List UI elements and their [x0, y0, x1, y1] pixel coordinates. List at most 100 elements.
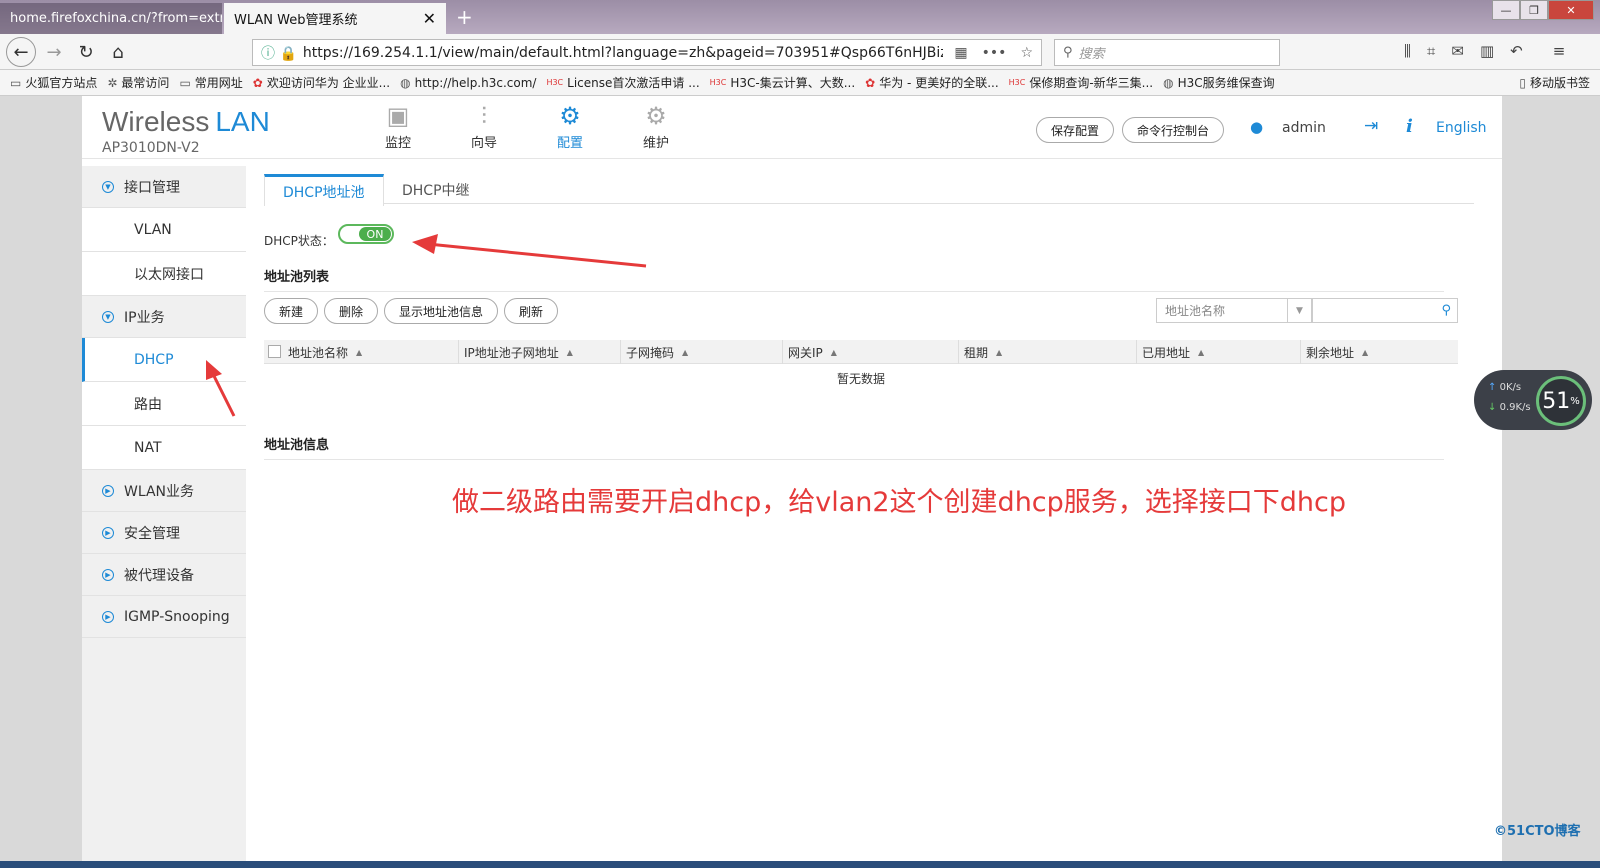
reload-icon[interactable]: ↻ [72, 38, 100, 66]
chevron-right-icon: ▶ [102, 484, 114, 497]
qr-code-icon[interactable]: ▦ [954, 45, 967, 61]
bookmark-item[interactable]: H3C 保修期查询-新华三集... [1009, 74, 1153, 91]
nav-label: 监控 [384, 136, 411, 151]
tab-dhcp-relay[interactable]: DHCP中继 [384, 174, 488, 205]
column-header[interactable]: 已用地址 ▲ [1136, 340, 1204, 364]
bookmark-label: 常用网址 [194, 76, 243, 90]
nav-maintenance[interactable]: ⚙ 维护 [626, 102, 686, 151]
lock-warning-icon[interactable]: ⓘ 🔒 [261, 43, 297, 63]
sidebar-icon[interactable]: ▥ [1480, 42, 1494, 60]
search-placeholder: 搜索 [1078, 47, 1105, 62]
screenshot-icon[interactable]: ⌗ [1427, 42, 1435, 60]
download-arrow-icon: ↓ [1488, 402, 1497, 413]
huawei-logo-icon: ✿ [865, 75, 876, 90]
bookmark-item[interactable]: ▭ 火狐官方站点 [10, 74, 97, 91]
new-tab-icon[interactable]: + [456, 5, 473, 29]
bookmark-item[interactable]: ▭ 常用网址 [179, 74, 242, 91]
search-icon[interactable]: ⚲ [1441, 303, 1451, 318]
bookmark-label: 华为 - 更美好的全联... [879, 76, 999, 90]
column-header[interactable]: 网关IP ▲ [782, 340, 837, 364]
chevron-right-icon: ▶ [102, 526, 114, 539]
sort-asc-icon: ▲ [356, 348, 363, 357]
language-switch[interactable]: English [1436, 120, 1487, 136]
sidebar-group-proxy[interactable]: ▶ 被代理设备 [82, 554, 246, 596]
window-close-icon[interactable]: ✕ [1548, 0, 1594, 20]
sidebar-label: 路由 [134, 396, 162, 413]
sidebar-group-igmp[interactable]: ▶ IGMP-Snooping [82, 596, 246, 638]
tab-dhcp-pool[interactable]: DHCP地址池 [264, 174, 384, 206]
column-header[interactable]: 地址池名称 ▲ [288, 344, 362, 361]
dhcp-status-label: DHCP状态： [264, 234, 334, 248]
watermark: ©51CTO博客 [1494, 824, 1581, 839]
bookmark-label: H3C服务维保查询 [1177, 76, 1275, 90]
os-taskbar [0, 861, 1600, 868]
new-pool-button[interactable]: 新建 [264, 298, 319, 324]
chat-icon[interactable]: ✉ [1451, 42, 1464, 60]
sort-asc-icon: ▲ [682, 348, 689, 357]
filter-field-select[interactable]: 地址池名称 ▼ [1156, 298, 1312, 323]
dhcp-status-toggle[interactable]: ON [338, 224, 394, 244]
column-header[interactable]: 剩余地址 ▲ [1300, 340, 1368, 364]
library-icon[interactable]: ⫼ [1404, 42, 1411, 60]
show-pool-info-button[interactable]: 显示地址池信息 [384, 298, 499, 324]
sidebar-group-ip[interactable]: ▼ IP业务 [82, 296, 246, 338]
cli-console-button[interactable]: 命令行控制台 [1122, 117, 1225, 143]
sidebar-label: VLAN [134, 221, 172, 238]
column-header[interactable]: 子网掩码 ▲ [620, 340, 689, 364]
bookmark-item[interactable]: ✿ 华为 - 更美好的全联... [865, 74, 998, 91]
network-speed-widget[interactable]: ↑ 0K/s ↓ 0.9K/s 51% [1474, 370, 1592, 430]
refresh-button[interactable]: 刷新 [504, 298, 559, 324]
bookmark-star-icon[interactable]: ☆ [1020, 45, 1033, 61]
back-arrow-icon[interactable]: ← [6, 37, 36, 67]
h3c-logo-icon: H3C [1008, 78, 1026, 87]
bookmark-item[interactable]: ✲ 最常访问 [107, 74, 169, 91]
delete-pool-button[interactable]: 删除 [324, 298, 379, 324]
bookmark-item[interactable]: ✿ 欢迎访问华为 企业业... [253, 74, 390, 91]
gear-icon: ⚙ [559, 102, 581, 130]
info-icon[interactable]: i [1406, 116, 1413, 137]
column-header[interactable]: IP地址池子网地址 ▲ [458, 340, 573, 364]
sidebar-group-security[interactable]: ▶ 安全管理 [82, 512, 246, 554]
chevron-down-icon: ▼ [102, 180, 114, 193]
browser-tab-wlan[interactable]: WLAN Web管理系统 ✕ [224, 3, 446, 34]
maximize-icon[interactable]: ❐ [1520, 0, 1548, 20]
close-icon[interactable]: ✕ [417, 9, 436, 28]
save-config-button[interactable]: 保存配置 [1036, 117, 1115, 143]
sidebar-item-nat[interactable]: NAT [82, 426, 246, 470]
filter-search-input[interactable]: ⚲ [1312, 298, 1458, 323]
undo-icon[interactable]: ↶ [1510, 42, 1523, 60]
browser-tab-firefoxchina[interactable]: home.firefoxchina.cn/?from=extr✕ [0, 3, 222, 34]
chevron-down-icon: ▼ [1287, 299, 1311, 322]
minimize-icon[interactable]: — [1492, 0, 1520, 20]
bookmark-label: 最常访问 [121, 76, 170, 90]
sidebar-group-wlan[interactable]: ▶ WLAN业务 [82, 470, 246, 512]
sliders-icon: ⫶ [481, 102, 487, 130]
nav-wizard[interactable]: ⫶ 向导 [454, 102, 514, 151]
percent-sign: % [1570, 395, 1580, 407]
select-all-checkbox[interactable] [268, 345, 281, 358]
nav-config[interactable]: ⚙ 配置 [540, 102, 600, 151]
logout-icon[interactable]: ⇥ [1364, 116, 1378, 136]
bookmark-item[interactable]: ◍ H3C服务维保查询 [1163, 74, 1275, 91]
bookmark-item[interactable]: ◍ http://help.h3c.com/ [400, 76, 536, 90]
mobile-bookmarks[interactable]: ▯ 移动版书签 [1519, 74, 1590, 91]
sidebar-label: 以太网接口 [134, 266, 204, 283]
column-header[interactable]: 租期 ▲ [958, 340, 1002, 364]
home-icon[interactable]: ⌂ [104, 38, 132, 66]
address-bar[interactable]: ⓘ 🔒 https://169.254.1.1/view/main/defaul… [252, 39, 1042, 66]
sidebar-item-vlan[interactable]: VLAN [82, 208, 246, 252]
bookmark-item[interactable]: H3C License首次激活申请 ... [546, 74, 699, 91]
nav-monitor[interactable]: ▣ 监控 [368, 102, 428, 151]
sidebar-item-ethernet[interactable]: 以太网接口 [82, 252, 246, 296]
chevron-right-icon: ▶ [102, 610, 114, 623]
column-label: IP地址池子网地址 [464, 346, 559, 360]
device-model: AP3010DN-V2 [102, 140, 200, 156]
window-controls: — ❐ ✕ [1492, 0, 1594, 20]
search-input[interactable]: ⚲ 搜索 [1054, 39, 1280, 66]
forward-arrow-icon[interactable]: → [40, 38, 68, 66]
menu-icon[interactable]: ≡ [1553, 42, 1566, 60]
bookmark-item[interactable]: H3C H3C-集云计算、大数... [710, 74, 856, 91]
page-actions-icon[interactable]: ••• [982, 45, 1007, 61]
sidebar-group-interface[interactable]: ▼ 接口管理 [82, 166, 246, 208]
browser-tab-bar: home.firefoxchina.cn/?from=extr✕ WLAN We… [0, 0, 1600, 34]
